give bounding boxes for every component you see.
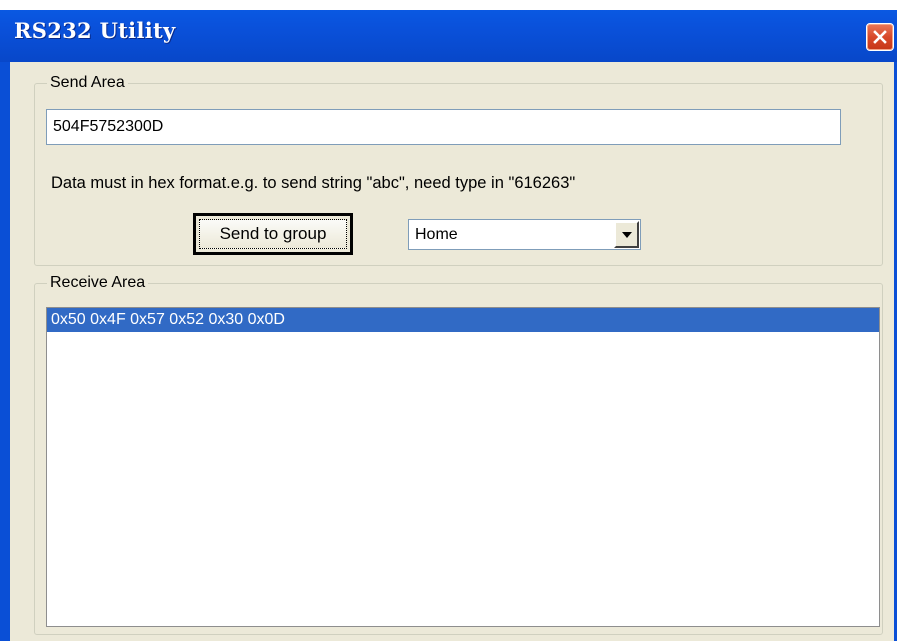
hex-data-input[interactable]	[46, 109, 841, 145]
send-to-group-label: Send to group	[199, 219, 347, 249]
dropdown-button[interactable]	[614, 221, 639, 248]
rs232-utility-window: RS232 Utility Send Area Data must in hex…	[0, 0, 897, 641]
chevron-down-icon	[621, 231, 632, 238]
window-title: RS232 Utility	[14, 18, 176, 43]
close-icon	[873, 30, 887, 44]
title-bar[interactable]: RS232 Utility	[0, 0, 897, 62]
list-item[interactable]: 0x50 0x4F 0x57 0x52 0x30 0x0D	[47, 308, 879, 332]
send-to-group-button[interactable]: Send to group	[193, 213, 353, 255]
title-bar-edge	[0, 0, 897, 10]
group-select-value: Home	[415, 226, 458, 243]
dialog-client-area: Send Area Data must in hex format.e.g. t…	[10, 62, 894, 641]
send-area-label: Send Area	[47, 73, 128, 93]
close-button[interactable]	[866, 23, 894, 51]
receive-list[interactable]: 0x50 0x4F 0x57 0x52 0x30 0x0D	[46, 307, 880, 627]
group-select[interactable]: Home	[408, 219, 641, 250]
receive-area-label: Receive Area	[47, 273, 149, 293]
hex-format-hint: Data must in hex format.e.g. to send str…	[51, 174, 576, 192]
